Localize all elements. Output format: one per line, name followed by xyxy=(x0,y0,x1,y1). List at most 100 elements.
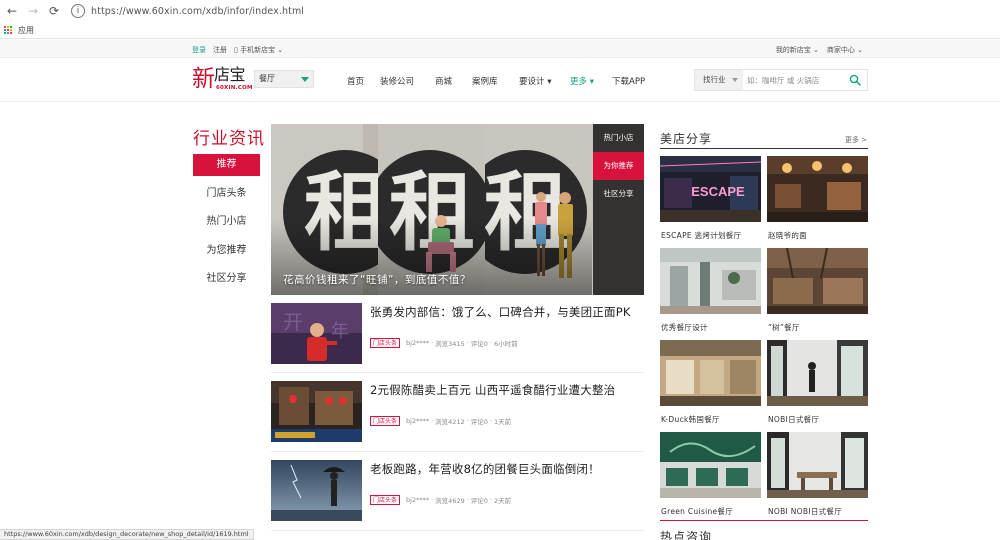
bookmarks-bar: 应用 xyxy=(0,22,1000,39)
search-input[interactable] xyxy=(747,72,843,88)
search-box: 找行业 xyxy=(694,69,868,91)
category-select[interactable]: 餐厅 xyxy=(254,70,314,88)
search-category-label: 找行业 xyxy=(703,75,726,84)
showcase-tile[interactable] xyxy=(767,340,868,406)
article-views: 浏览3415 xyxy=(435,340,465,348)
hero-tab-community[interactable]: 社区分享 xyxy=(593,180,644,208)
hero-image-panel: 租 xyxy=(378,124,485,295)
nav-more[interactable]: 更多 ▾ xyxy=(570,75,612,87)
article-tag[interactable]: 门店头条 xyxy=(370,338,401,348)
showcase-tile[interactable] xyxy=(660,432,761,498)
showcase-caption[interactable]: NOBI NOBI日式餐厅 xyxy=(768,506,842,517)
showcase-tile[interactable] xyxy=(660,248,761,314)
hero-tab-for-you[interactable]: 为你推荐 xyxy=(593,152,644,180)
article-time: 2天前 xyxy=(494,497,512,505)
nav-design[interactable]: 要设计 ▾ xyxy=(519,75,570,87)
back-icon[interactable]: ← xyxy=(3,2,21,20)
hero-caption[interactable]: 花高价钱租来了“旺铺”，到底值不值？ xyxy=(283,272,471,287)
article-title[interactable]: 老板跑路，年营收8亿的团餐巨头面临倒闭！ xyxy=(370,461,600,477)
sidebar-item-store-headlines[interactable]: 门店头条 xyxy=(193,183,260,205)
article-tag[interactable]: 门店头条 xyxy=(370,495,401,505)
address-bar[interactable]: https://www.60xin.com/xdb/infor/index.ht… xyxy=(91,6,304,17)
nav-download-app[interactable]: 下载APP xyxy=(612,75,645,87)
showcase-tile[interactable] xyxy=(767,432,868,498)
svg-text:开: 开 xyxy=(283,310,303,334)
hero-image-panel: 租 xyxy=(271,124,378,295)
article-comments: 评论0 xyxy=(470,418,488,426)
showcase-more-link[interactable]: 更多 > xyxy=(845,135,867,145)
showcase-caption[interactable]: Green Cuisine餐厅 xyxy=(661,506,733,517)
article-title[interactable]: 2元假陈醋卖上百元 山西平遥食醋行业遭大整治 xyxy=(370,382,615,398)
hero-tab-hot-shops[interactable]: 热门小店 xyxy=(593,124,644,152)
article-author: bj2**** xyxy=(406,417,430,425)
article-item[interactable]: 开 年 张勇发内部信：饿了么、口碑合并，与美团正面PK 门店头条 bj2****… xyxy=(271,303,644,365)
chevron-down-icon xyxy=(301,77,309,82)
meta-separator: · xyxy=(431,496,434,504)
register-link[interactable]: 注册 xyxy=(213,45,227,55)
article-item[interactable]: 2元假陈醋卖上百元 山西平遥食醋行业遭大整治 门店头条 bj2**** · 浏览… xyxy=(271,381,644,443)
chevron-down-icon xyxy=(732,78,738,82)
article-title[interactable]: 张勇发内部信：饿了么、口碑合并，与美团正面PK xyxy=(370,304,631,320)
browser-toolbar: ← → ⟳ i https://www.60xin.com/xdb/infor/… xyxy=(0,0,1000,22)
article-views: 浏览4212 xyxy=(435,418,465,426)
showcase-caption[interactable]: 优秀餐厅设计 xyxy=(661,322,708,333)
apps-grid-icon[interactable] xyxy=(4,25,13,35)
site-info-icon[interactable]: i xyxy=(71,4,85,18)
reload-icon[interactable]: ⟳ xyxy=(45,2,63,20)
article-tag[interactable]: 门店头条 xyxy=(370,416,401,426)
nav-case-library[interactable]: 案例库 xyxy=(472,75,519,87)
article-author: bj2**** xyxy=(406,496,430,504)
nav-home[interactable]: 首页 xyxy=(347,75,380,87)
hero-sign-char: 租 xyxy=(485,163,570,263)
article-thumbnail[interactable] xyxy=(271,460,362,521)
showcase-caption[interactable]: K-Duck韩国餐厅 xyxy=(661,414,720,425)
sidebar-item-community[interactable]: 社区分享 xyxy=(193,268,260,290)
meta-separator: · xyxy=(489,417,493,425)
article-comments: 评论0 xyxy=(470,497,488,505)
hero-image-panel: 租 xyxy=(485,124,592,295)
tile-sign-text: ESCAPE xyxy=(691,184,745,199)
showcase-caption[interactable]: ESCAPE 逃烤计划餐厅 xyxy=(661,230,741,241)
mobile-app-link[interactable]: ▯ 手机新店宝 ⌄ xyxy=(234,45,283,55)
login-link[interactable]: 登录 xyxy=(192,45,206,55)
hero-sign-char: 租 xyxy=(304,163,378,263)
showcase-caption[interactable]: NOBI日式餐厅 xyxy=(768,414,819,425)
sidebar-item-for-you[interactable]: 为您推荐 xyxy=(193,240,260,262)
site-header: 新 店宝 60XIN.COM 餐厅 首页 装修公司 商城 案例库 要设计 ▾ 更… xyxy=(0,58,1000,102)
showcase-tile[interactable]: ESCAPE xyxy=(660,156,761,222)
article-meta: 门店头条 bj2**** · 浏览4212 · 评论0 · 1天前 xyxy=(370,416,511,426)
nav-decoration-company[interactable]: 装修公司 xyxy=(380,75,435,87)
divider xyxy=(271,451,644,452)
hero-banner[interactable]: 租 租 租 花高价钱租来了“旺铺”，到底值不值？ 热门小店 为你推荐 社区分享 xyxy=(271,124,644,295)
article-time: 1天前 xyxy=(494,418,512,426)
meta-separator: · xyxy=(466,339,469,347)
showcase-tile[interactable] xyxy=(767,156,868,222)
sidebar-menu: 推荐 门店头条 热门小店 为您推荐 社区分享 xyxy=(193,154,260,297)
showcase-caption[interactable]: 赵晓爷的面 xyxy=(768,230,807,241)
hero-tabs: 热门小店 为你推荐 社区分享 xyxy=(593,124,644,295)
my-account-link[interactable]: 我的新店宝 ⌄ xyxy=(776,45,819,55)
meta-separator: · xyxy=(466,417,469,425)
apps-bookmark[interactable]: 应用 xyxy=(18,25,34,36)
sidebar-title: 行业资讯 xyxy=(193,129,265,149)
showcase-tile[interactable] xyxy=(660,340,761,406)
divider xyxy=(271,372,644,373)
article-thumbnail[interactable] xyxy=(271,381,362,442)
sidebar-item-hot-shops[interactable]: 热门小店 xyxy=(193,211,260,233)
article-thumbnail[interactable]: 开 年 xyxy=(271,303,362,364)
article-item[interactable]: 老板跑路，年营收8亿的团餐巨头面临倒闭！ 门店头条 bj2**** · 浏览46… xyxy=(271,460,644,522)
showcase-tile[interactable] xyxy=(767,248,868,314)
site-logo[interactable]: 新 店宝 60XIN.COM xyxy=(192,66,252,94)
meta-separator: · xyxy=(431,417,434,425)
nav-mall[interactable]: 商城 xyxy=(435,75,472,87)
article-author: bj2**** xyxy=(406,339,430,347)
sidebar-item-recommended[interactable]: 推荐 xyxy=(193,154,260,176)
logo-domain: 60XIN.COM xyxy=(216,85,253,91)
article-comments: 评论0 xyxy=(470,340,488,348)
search-category-select[interactable]: 找行业 xyxy=(695,70,743,90)
merchant-center-link[interactable]: 商家中心 ⌄ xyxy=(827,45,863,55)
forward-icon[interactable]: → xyxy=(24,2,42,20)
showcase-caption[interactable]: “树”餐厅 xyxy=(768,322,800,333)
meta-separator: · xyxy=(466,496,469,504)
search-icon[interactable] xyxy=(849,74,861,86)
